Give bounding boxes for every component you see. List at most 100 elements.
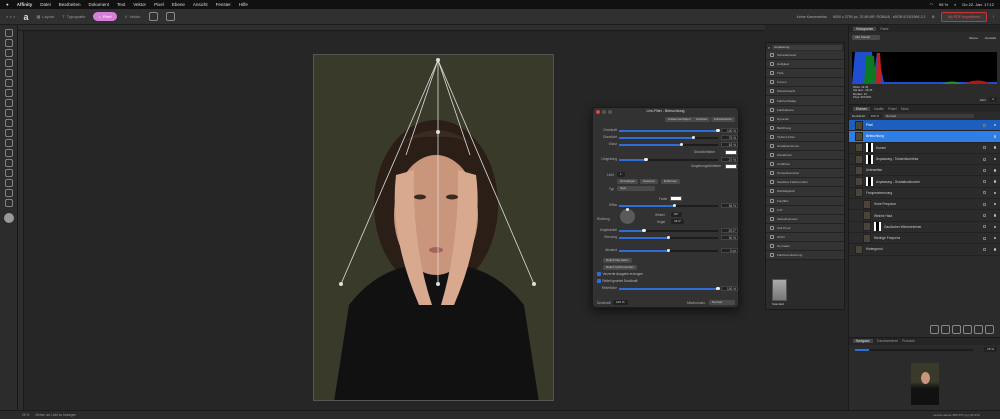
- apple-icon[interactable]: ●: [6, 2, 9, 7]
- text-tool-icon[interactable]: [4, 169, 13, 177]
- adjustment-item[interactable]: LUT: [766, 205, 844, 215]
- light-number-field[interactable]: 1: [617, 172, 625, 177]
- layer-row[interactable]: Hohe Frequenz: [849, 199, 1000, 211]
- slider-track[interactable]: [619, 286, 720, 291]
- menu-ebene[interactable]: Ebene: [172, 2, 185, 7]
- snapping-icon[interactable]: [148, 12, 158, 21]
- layer-row[interactable]: Unterseiten: [849, 165, 1000, 177]
- layer-row[interactable]: Anpassung - Gradationskurven: [849, 176, 1000, 188]
- blur-tool-icon[interactable]: [4, 139, 13, 147]
- slider-handle[interactable]: [679, 142, 684, 147]
- trash-icon[interactable]: [985, 324, 994, 334]
- angle-field[interactable]: 60°: [671, 212, 682, 217]
- slider-track[interactable]: [619, 228, 718, 233]
- preset-thumbnail[interactable]: [772, 279, 787, 301]
- wifi-icon[interactable]: ◠: [930, 2, 934, 7]
- layer-visibility-icon[interactable]: [993, 180, 996, 183]
- pen-tool-icon[interactable]: [4, 149, 13, 157]
- layer-row[interactable]: Pixel: [849, 120, 1000, 132]
- slider-value[interactable]: 0 px: [721, 248, 738, 253]
- slider-handle[interactable]: [672, 203, 677, 208]
- adjustment-item[interactable]: Belichtung: [766, 123, 844, 133]
- close-icon[interactable]: [596, 110, 600, 114]
- cone-field[interactable]: 46.0°: [671, 219, 685, 224]
- clone-tool-icon[interactable]: [4, 119, 13, 127]
- type-dropdown[interactable]: Spot: [617, 186, 655, 191]
- layer-visibility-icon[interactable]: [993, 157, 996, 161]
- search-icon[interactable]: ⌕: [768, 45, 770, 50]
- adjustment-item[interactable]: Weißabgleich: [766, 187, 844, 197]
- layer-row[interactable]: Frequenztrennung: [849, 188, 1000, 200]
- direction-handle[interactable]: [626, 208, 629, 211]
- tab-history[interactable]: Protokoll: [902, 339, 914, 343]
- persona-typografie[interactable]: T Typografie: [62, 14, 85, 19]
- adjustment-item[interactable]: Kanalmixer: [766, 151, 844, 161]
- selection-tool-icon[interactable]: [4, 59, 13, 67]
- search-icon[interactable]: ⌕: [954, 2, 956, 7]
- menu-datei[interactable]: Datei: [40, 2, 51, 7]
- tab-layers[interactable]: Ebenen: [853, 106, 870, 111]
- hand-tool-icon[interactable]: [4, 179, 13, 187]
- adjustment-item[interactable]: Soft Proof: [766, 223, 844, 233]
- layer-checkbox[interactable]: [983, 146, 986, 150]
- menu-hilfe[interactable]: Hilfe: [239, 2, 248, 7]
- checkbox-distorted-output[interactable]: Verzerrte Ausgabe erzeugen: [597, 272, 643, 276]
- slider-handle[interactable]: [691, 135, 696, 140]
- adjustment-item[interactable]: OCIO: [766, 232, 844, 242]
- layer-checkbox[interactable]: [983, 180, 986, 184]
- slider-handle[interactable]: [666, 235, 671, 240]
- remove-light-button[interactable]: Entfernen: [661, 179, 681, 184]
- info-icon[interactable]: !: [993, 15, 994, 19]
- layer-checkbox[interactable]: [983, 123, 986, 127]
- slider-value[interactable]: 100 %: [721, 286, 738, 291]
- layer-row[interactable]: Weiche Haut: [849, 210, 1000, 222]
- layer-visibility-icon[interactable]: [993, 191, 996, 195]
- adjustment-item[interactable]: Farbbalance: [766, 105, 844, 115]
- tab-stock[interactable]: Stock: [901, 107, 909, 111]
- slider-value[interactable]: 27 %: [721, 157, 738, 162]
- slider-value[interactable]: 100 %: [721, 128, 738, 133]
- persona-pixel[interactable]: ○ Pixel: [93, 12, 117, 21]
- specular-color-swatch[interactable]: [725, 150, 737, 155]
- move-tool-icon[interactable]: [4, 29, 13, 37]
- layer-visibility-icon[interactable]: [993, 202, 996, 206]
- layer-row[interactable]: Anpassung - Tonwertkorrektur: [849, 154, 1000, 166]
- slider-handle[interactable]: [716, 128, 720, 133]
- clear-bump-button[interactable]: Relief rechts löschen: [603, 265, 637, 270]
- tab-navigator[interactable]: Navigator: [853, 339, 873, 344]
- adjustment-item[interactable]: Dynamik: [766, 114, 844, 124]
- menu-pixel[interactable]: Pixel: [154, 2, 164, 7]
- channel-dropdown[interactable]: Alle Kanäle: [852, 35, 880, 40]
- slider-track[interactable]: [619, 203, 718, 208]
- layer-checkbox[interactable]: [983, 247, 986, 251]
- menu-bearbeiten[interactable]: Bearbeiten: [59, 2, 81, 7]
- slider-track[interactable]: [619, 235, 718, 240]
- slider-handle[interactable]: [666, 248, 671, 253]
- menu-text[interactable]: Text: [117, 2, 125, 7]
- app-menu[interactable]: Affinity: [17, 2, 33, 7]
- menu-ansicht[interactable]: Ansicht: [193, 2, 208, 7]
- layer-checkbox[interactable]: [983, 134, 986, 138]
- menu-vektor[interactable]: Vektor: [133, 2, 146, 7]
- layer-checkbox[interactable]: [983, 214, 986, 218]
- adjustment-item[interactable]: Umfärben: [766, 160, 844, 170]
- menu-dokument[interactable]: Dokument: [89, 2, 110, 7]
- adjustment-item[interactable]: Schwellenwert: [766, 51, 844, 61]
- checkbox-bump-opacity[interactable]: Relief ignoriert Deckkraft: [597, 279, 637, 283]
- gear-icon[interactable]: ⚙: [932, 15, 935, 19]
- adjustment-item[interactable]: Tonwertkorrektur: [766, 169, 844, 179]
- fill-tool-icon[interactable]: [4, 99, 13, 107]
- ambient-color-swatch[interactable]: [725, 164, 737, 169]
- layer-visibility-icon[interactable]: [993, 135, 996, 138]
- tab-transform[interactable]: Transformieren: [877, 339, 899, 343]
- tab-color[interactable]: Farbe: [880, 27, 888, 31]
- adjustment-item[interactable]: Helligkeit: [766, 60, 844, 70]
- slider-track[interactable]: [619, 142, 718, 147]
- color-swatch-icon[interactable]: [3, 213, 14, 223]
- layer-blend-dropdown[interactable]: Normal: [884, 114, 975, 118]
- adjustment-item[interactable]: Farbton/Sättig.: [766, 96, 844, 106]
- slider-value[interactable]: 50 %: [721, 235, 738, 240]
- crop-tool-icon[interactable]: [4, 49, 13, 57]
- layer-visibility-icon[interactable]: [993, 225, 996, 229]
- mask-icon[interactable]: [930, 324, 939, 334]
